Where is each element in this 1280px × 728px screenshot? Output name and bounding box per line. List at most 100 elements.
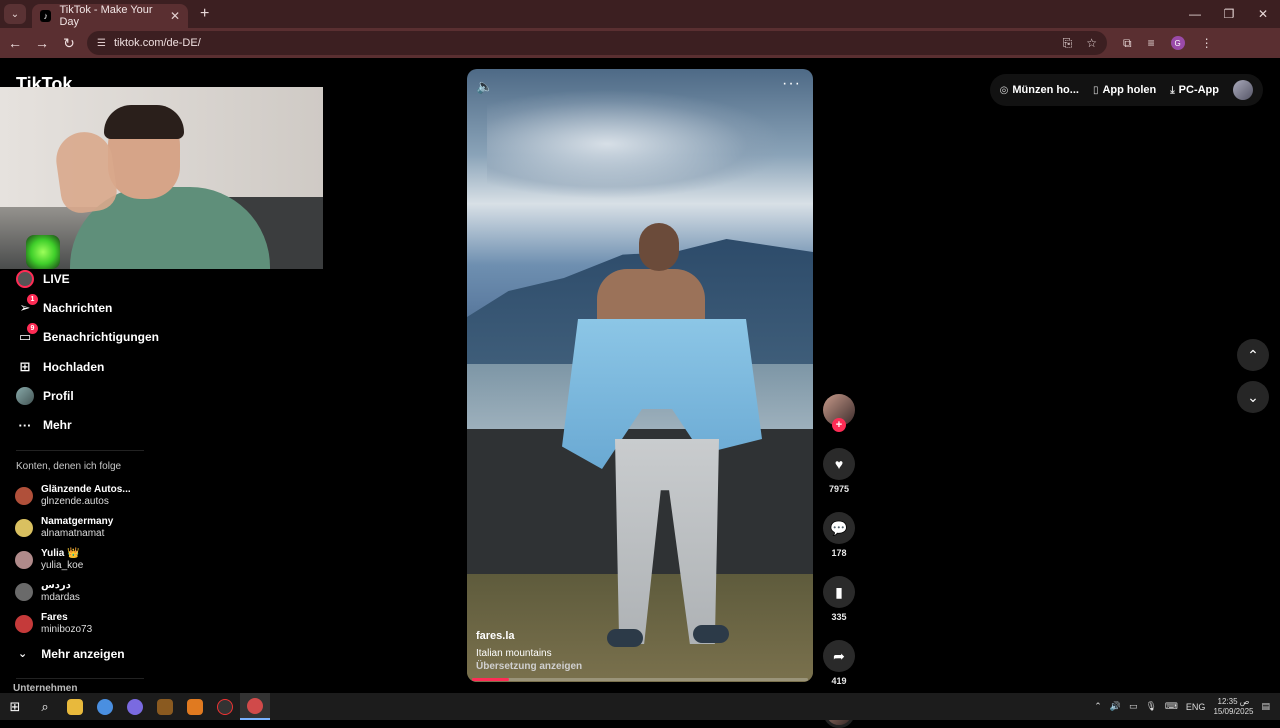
- media-control-icon[interactable]: ≡: [1148, 36, 1155, 50]
- more-options-icon[interactable]: ···: [782, 75, 801, 93]
- live-icon: [16, 269, 34, 288]
- notification-icon[interactable]: ▤: [1261, 701, 1270, 712]
- download-icon: ⤓: [1170, 84, 1175, 96]
- account-avatar: [15, 486, 33, 505]
- browser-tab[interactable]: ♪ TikTok - Make Your Day ✕: [32, 4, 188, 28]
- address-bar[interactable]: ☰ tiktok.com/de-DE/ ⎘ ☆: [87, 31, 1107, 55]
- following-account[interactable]: دردس mdardas: [0, 576, 170, 608]
- file-explorer-icon[interactable]: [60, 693, 90, 720]
- pc-app-button[interactable]: ⤓ PC-App: [1170, 84, 1219, 96]
- keyboard-icon[interactable]: ⌨: [1165, 701, 1178, 712]
- browser-tabbar: ⌄ ♪ TikTok - Make Your Day ✕ + — ❐ ✕: [0, 0, 1280, 28]
- avatar-icon: [16, 386, 34, 405]
- app-icon[interactable]: [150, 693, 180, 720]
- video-caption: Italian mountains: [476, 648, 552, 659]
- comment-button[interactable]: 💬: [823, 512, 855, 544]
- coin-icon: ◎: [999, 84, 1009, 96]
- previous-video-button[interactable]: ⌃: [1237, 339, 1269, 371]
- search-icon[interactable]: ⌕: [30, 693, 60, 720]
- tiktok-icon: ♪: [40, 10, 52, 22]
- like-count: 7975: [828, 484, 850, 494]
- user-avatar[interactable]: [1233, 80, 1253, 100]
- creator-avatar[interactable]: +: [823, 394, 855, 432]
- video-author[interactable]: fares.la: [476, 630, 515, 642]
- tab-search-button[interactable]: ⌄: [4, 4, 26, 24]
- sidebar-item-label: Hochladen: [43, 359, 105, 374]
- clock[interactable]: 12:35 ص 15/09/2025: [1213, 697, 1253, 717]
- following-account[interactable]: Yulia 👑 yulia_koe: [0, 544, 170, 576]
- windows-start-icon[interactable]: ⊞: [0, 693, 30, 720]
- restore-button[interactable]: ❐: [1212, 0, 1246, 28]
- following-account[interactable]: Glänzende Autos... glnzende.autos: [0, 480, 170, 512]
- sidebar-item-notifications[interactable]: ▭ 9 Benachrichtigungen: [0, 323, 170, 352]
- install-app-icon[interactable]: ⎘: [1063, 36, 1073, 51]
- video-player[interactable]: 🔈 ··· fares.la Italian mountains Überset…: [467, 69, 813, 682]
- plus-square-icon: ⊞: [19, 358, 31, 374]
- share-button[interactable]: ➦: [823, 640, 855, 672]
- chrome-active-icon[interactable]: [240, 693, 270, 720]
- volume-tray-icon[interactable]: 🔊: [1110, 701, 1121, 712]
- like-button[interactable]: ♥: [823, 448, 855, 480]
- site-info-icon[interactable]: ☰: [97, 38, 106, 49]
- volume-icon[interactable]: 🔈: [476, 78, 493, 95]
- following-section-title: Konten, denen ich folge: [16, 460, 122, 472]
- chevron-down-icon: ⌄: [18, 648, 28, 661]
- chevron-down-icon: ⌄: [1247, 388, 1259, 405]
- chrome-icon[interactable]: [90, 693, 120, 720]
- save-button[interactable]: ▮: [823, 576, 855, 608]
- get-coins-button[interactable]: ◎ Münzen ho...: [1000, 84, 1079, 96]
- next-video-button[interactable]: ⌄: [1237, 381, 1269, 413]
- tab-title: TikTok - Make Your Day: [59, 4, 153, 28]
- sidebar-item-upload[interactable]: ⊞ Hochladen: [0, 352, 170, 381]
- show-more-button[interactable]: ⌄ Mehr anzeigen: [0, 640, 170, 668]
- language-indicator[interactable]: ENG: [1186, 702, 1206, 712]
- heart-icon: ♥: [834, 456, 844, 472]
- network-icon[interactable]: ▭: [1129, 701, 1138, 712]
- share-arrow-icon: ➦: [833, 647, 845, 664]
- account-avatar: [15, 518, 33, 537]
- extensions-icon[interactable]: ⧉: [1123, 36, 1132, 51]
- send-icon: ➢ 1: [16, 293, 38, 317]
- new-tab-button[interactable]: +: [200, 5, 209, 23]
- sidebar-item-label: Mehr: [43, 418, 72, 433]
- following-account[interactable]: Namatgermany alnamatnamat: [0, 512, 170, 544]
- divider: [16, 677, 144, 679]
- window-controls: — ❐ ✕: [1178, 0, 1280, 28]
- sidebar-item-label: Nachrichten: [43, 300, 113, 315]
- discord-icon[interactable]: [120, 693, 150, 720]
- messages-badge: 1: [27, 293, 38, 305]
- sidebar-item-profile[interactable]: Profil: [0, 381, 170, 410]
- tab-close-icon[interactable]: ✕: [170, 9, 180, 23]
- app-icon[interactable]: [210, 693, 240, 720]
- forward-button[interactable]: →: [30, 31, 54, 55]
- browser-toolbar: ← → ↻ ☰ tiktok.com/de-DE/ ⎘ ☆ ⧉ ≡ G ⋮: [0, 28, 1280, 58]
- windows-taskbar: ⊞ ⌕ ⌃ 🔊 ▭ 🎙 ⌨ ENG 12:35 ص 15/09/2025 ▤: [0, 693, 1280, 720]
- following-account[interactable]: Fares minibozo73: [0, 608, 170, 640]
- tray-expand-icon[interactable]: ⌃: [1094, 701, 1102, 712]
- follow-plus-icon[interactable]: +: [832, 418, 846, 432]
- sidebar-item-live[interactable]: LIVE: [0, 264, 170, 293]
- sidebar-item-label: LIVE: [43, 271, 70, 286]
- browser-menu-icon[interactable]: ⋮: [1201, 36, 1213, 50]
- close-window-button[interactable]: ✕: [1246, 0, 1280, 28]
- sidebar-item-messages[interactable]: ➢ 1 Nachrichten: [0, 293, 170, 322]
- top-right-actions: ◎ Münzen ho... ▯ App holen ⤓ PC-App: [989, 74, 1263, 106]
- video-progress-bar[interactable]: [472, 678, 808, 681]
- divider: [16, 449, 144, 451]
- minimize-button[interactable]: —: [1178, 0, 1212, 28]
- url-text: tiktok.com/de-DE/: [113, 37, 201, 49]
- mic-icon[interactable]: 🎙: [1145, 701, 1156, 712]
- save-count: 335: [831, 612, 847, 622]
- inbox-icon: ▭ 9: [16, 323, 38, 346]
- tiktok-page: TikTok LIVE ➢ 1 Nachrichten ▭ 9 Benachrich…: [0, 58, 1280, 728]
- reload-button[interactable]: ↻: [57, 31, 81, 55]
- back-button[interactable]: ←: [3, 31, 27, 55]
- profile-avatar-icon[interactable]: G: [1170, 36, 1185, 50]
- sidebar-nav: LIVE ➢ 1 Nachrichten ▭ 9 Benachrichtigunge…: [0, 264, 170, 689]
- bookmark-star-icon[interactable]: ☆: [1086, 36, 1097, 51]
- sidebar-item-more[interactable]: ··· Mehr: [0, 410, 170, 439]
- translate-link[interactable]: Übersetzung anzeigen: [476, 661, 582, 672]
- app-icon[interactable]: [180, 693, 210, 720]
- get-app-button[interactable]: ▯ App holen: [1093, 84, 1156, 96]
- video-progress-fill: [472, 678, 509, 681]
